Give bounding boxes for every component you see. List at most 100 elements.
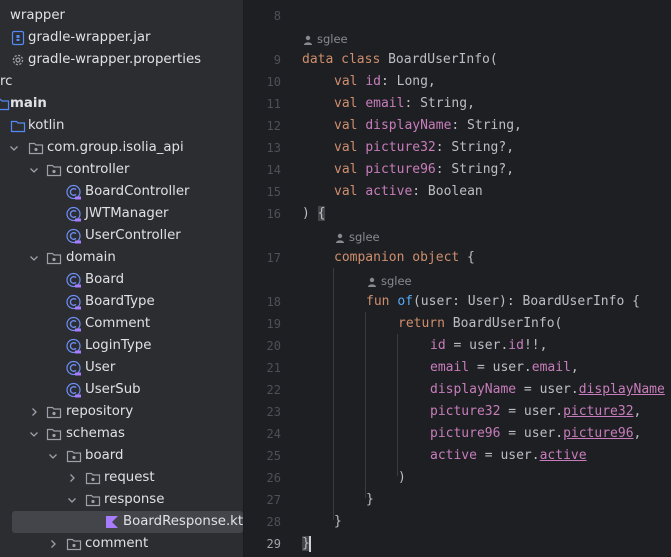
archive-icon xyxy=(10,30,26,46)
line-number[interactable]: 18 xyxy=(267,291,281,313)
line-number[interactable]: 22 xyxy=(267,379,281,401)
chevron-down-icon[interactable] xyxy=(8,142,20,154)
tree-item-label: BoardType xyxy=(85,294,155,309)
code-text: = user. xyxy=(469,360,532,375)
code-text: } xyxy=(334,514,342,529)
code-line-28[interactable]: } xyxy=(334,511,342,533)
class-icon xyxy=(66,272,82,288)
author-annotation[interactable]: sglee xyxy=(367,270,412,292)
line-number[interactable]: 11 xyxy=(267,93,281,115)
tree-item-jwtmanager[interactable]: JWTManager xyxy=(0,203,243,225)
chevron-right-icon[interactable] xyxy=(47,538,59,550)
code-line-27[interactable]: } xyxy=(366,489,374,511)
tree-item-usercontroller[interactable]: UserController xyxy=(0,225,243,247)
tree-item-controller[interactable]: controller xyxy=(0,159,243,181)
tree-item-wrapper[interactable]: wrapper xyxy=(0,5,243,27)
line-number[interactable]: 26 xyxy=(267,467,281,489)
tree-item-rc[interactable]: rc xyxy=(0,71,243,93)
tree-item-repository[interactable]: repository xyxy=(0,401,243,423)
line-number[interactable]: 12 xyxy=(267,115,281,137)
author-annotation[interactable]: sglee xyxy=(303,28,348,50)
line-number[interactable]: 20 xyxy=(267,335,281,357)
code-line-10[interactable]: val id: Long, xyxy=(334,71,436,93)
line-number[interactable]: 15 xyxy=(267,181,281,203)
tree-item-gradle-wrapper-properties[interactable]: gradle-wrapper.properties xyxy=(0,49,243,71)
tree-item-main[interactable]: main xyxy=(0,93,243,115)
tree-item-user[interactable]: User xyxy=(0,357,243,379)
tree-item-comment[interactable]: Comment xyxy=(0,313,243,335)
tree-item-board[interactable]: board xyxy=(0,445,243,467)
line-number[interactable]: 25 xyxy=(267,445,281,467)
code-line-24[interactable]: picture96 = user.picture96, xyxy=(430,423,641,445)
author-name: sglee xyxy=(349,230,380,244)
tree-item-boardtype[interactable]: BoardType xyxy=(0,291,243,313)
author-annotation[interactable]: sglee xyxy=(335,226,380,248)
tree-item-response[interactable]: response xyxy=(0,489,243,511)
line-number[interactable]: 27 xyxy=(267,489,281,511)
author-name: sglee xyxy=(381,274,412,288)
tree-item-label: BoardResponse.kt xyxy=(123,514,243,529)
person-icon xyxy=(335,233,345,243)
chevron-right-icon[interactable] xyxy=(28,406,40,418)
author-name: sglee xyxy=(317,32,348,46)
code-line-17[interactable]: companion object { xyxy=(334,247,475,269)
code-line-16[interactable]: ) { xyxy=(302,203,326,225)
code-editor[interactable]: sglee sglee sglee data class BoardUserIn… xyxy=(299,0,671,557)
tree-item-boardcontroller[interactable]: BoardController xyxy=(0,181,243,203)
line-number[interactable]: 24 xyxy=(267,423,281,445)
code-line-22[interactable]: displayName = user.displayName xyxy=(430,379,665,401)
line-number[interactable]: 13 xyxy=(267,137,281,159)
tree-item-request[interactable]: request xyxy=(0,467,243,489)
named-argument: picture96 xyxy=(430,426,501,441)
line-number[interactable]: 17 xyxy=(267,247,281,269)
chevron-down-icon[interactable] xyxy=(28,252,40,264)
code-line-21[interactable]: email = user.email, xyxy=(430,357,579,379)
chevron-down-icon[interactable] xyxy=(47,450,59,462)
tree-item-boardresponse-kt[interactable]: BoardResponse.kt xyxy=(0,511,243,533)
tree-item-schemas[interactable]: schemas xyxy=(0,423,243,445)
tree-item-label: JWTManager xyxy=(85,206,169,221)
code-line-13[interactable]: val picture32: String?, xyxy=(334,137,514,159)
tree-item-usersub[interactable]: UserSub xyxy=(0,379,243,401)
package-icon xyxy=(85,492,101,508)
chevron-down-icon[interactable] xyxy=(28,428,40,440)
tree-item-label: board xyxy=(85,448,124,463)
line-number[interactable]: 23 xyxy=(267,401,281,423)
tree-item-comment[interactable]: comment xyxy=(0,533,243,555)
tree-item-kotlin[interactable]: kotlin xyxy=(0,115,243,137)
tree-item-com-group-isolia-api[interactable]: com.group.isolia_api xyxy=(0,137,243,159)
tree-item-board[interactable]: Board xyxy=(0,269,243,291)
line-number[interactable]: 14 xyxy=(267,159,281,181)
code-line-18[interactable]: fun of(user: User): BoardUserInfo { xyxy=(366,291,640,313)
line-number[interactable]: 16 xyxy=(267,203,281,225)
line-number[interactable]: 19 xyxy=(267,313,281,335)
chevron-right-icon[interactable] xyxy=(66,472,78,484)
tree-item-label: schemas xyxy=(66,426,125,441)
tree-item-label: LoginType xyxy=(85,338,152,353)
code-line-26[interactable]: ) xyxy=(398,467,406,489)
code-text: BoardUserInfo( xyxy=(444,316,563,331)
code-line-14[interactable]: val picture96: String?, xyxy=(334,159,514,181)
tree-item-gradle-wrapper-jar[interactable]: gradle-wrapper.jar xyxy=(0,27,243,49)
code-line-23[interactable]: picture32 = user.picture32, xyxy=(430,401,641,423)
package-icon xyxy=(66,536,82,552)
code-line-9[interactable]: data class BoardUserInfo( xyxy=(302,49,498,71)
line-number[interactable]: 10 xyxy=(267,71,281,93)
code-line-11[interactable]: val email: String, xyxy=(334,93,475,115)
code-line-12[interactable]: val displayName: String, xyxy=(334,115,522,137)
chevron-down-icon[interactable] xyxy=(28,164,40,176)
line-number[interactable]: 21 xyxy=(267,357,281,379)
code-line-15[interactable]: val active: Boolean xyxy=(334,181,483,203)
code-line-25[interactable]: active = user.active xyxy=(430,445,587,467)
code-line-20[interactable]: id = user.id!!, xyxy=(430,335,547,357)
line-number[interactable]: 28 xyxy=(267,511,281,533)
tree-item-domain[interactable]: domain xyxy=(0,247,243,269)
package-icon xyxy=(46,162,62,178)
code-line-29[interactable]: } xyxy=(302,533,311,555)
chevron-down-icon[interactable] xyxy=(66,494,78,506)
code-line-19[interactable]: return BoardUserInfo( xyxy=(398,313,562,335)
line-number[interactable]: 8 xyxy=(274,5,281,27)
line-number[interactable]: 29 xyxy=(267,533,281,555)
line-number[interactable]: 9 xyxy=(274,49,281,71)
tree-item-logintype[interactable]: LoginType xyxy=(0,335,243,357)
